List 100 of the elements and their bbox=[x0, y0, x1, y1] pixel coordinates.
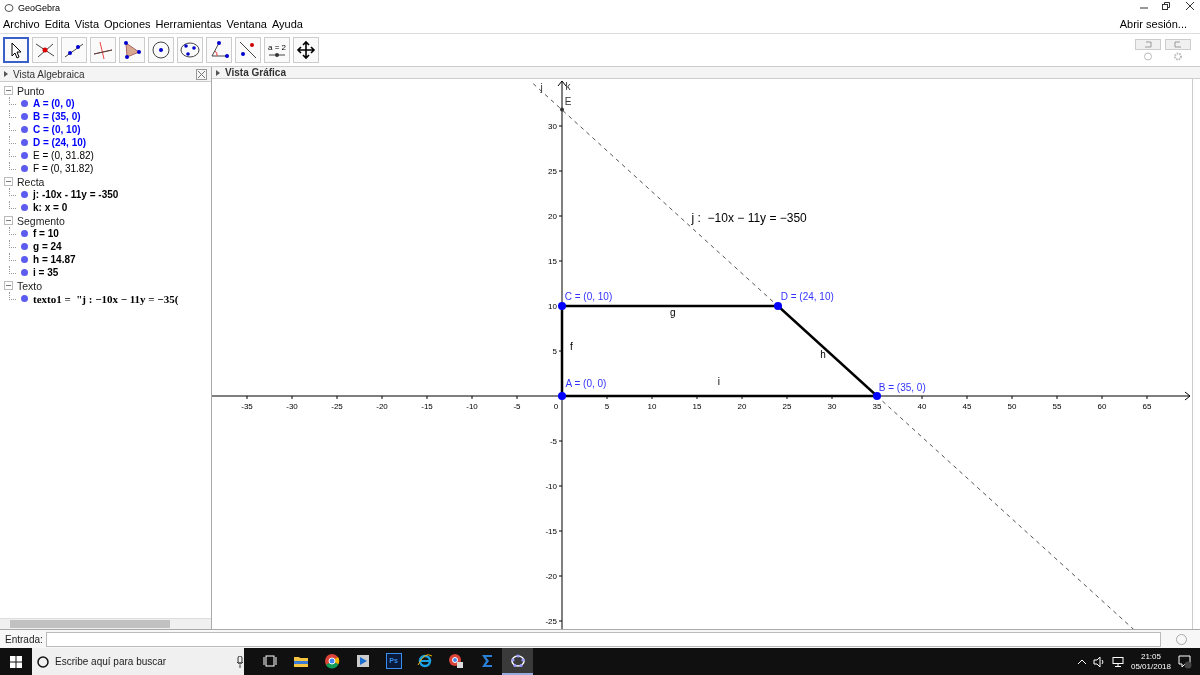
clock-time: 21:05 bbox=[1140, 651, 1161, 662]
menu-item[interactable]: Edita bbox=[44, 18, 70, 30]
y-tick-label: 30 bbox=[548, 122, 557, 131]
algebra-entry[interactable]: h = 14.87 bbox=[33, 254, 76, 265]
object-label: i bbox=[717, 376, 720, 388]
algebra-entry[interactable]: F = (0, 31.82) bbox=[33, 163, 94, 174]
object-label: k bbox=[565, 81, 571, 92]
y-tick-label: 10 bbox=[548, 302, 557, 311]
clock[interactable]: 21:05 05/01/2018 bbox=[1130, 651, 1171, 672]
menu-item[interactable]: Vista bbox=[74, 18, 100, 30]
notification-icon[interactable] bbox=[1178, 654, 1192, 669]
visibility-dot[interactable] bbox=[21, 243, 28, 250]
object-label: D = (24, 10) bbox=[780, 290, 834, 302]
point bbox=[873, 392, 881, 400]
x-tick-label: -25 bbox=[331, 402, 343, 411]
x-tick-label: 60 bbox=[1097, 402, 1107, 411]
group-name: Segmento bbox=[17, 214, 65, 227]
visibility-dot[interactable] bbox=[21, 165, 28, 172]
algebra-entry[interactable]: D = (24, 10) bbox=[33, 137, 87, 148]
y-tick-label: -15 bbox=[545, 527, 557, 536]
collapse-icon[interactable] bbox=[4, 86, 13, 95]
point bbox=[558, 302, 566, 310]
horizontal-scrollbar[interactable] bbox=[0, 618, 211, 629]
x-tick-label: 20 bbox=[737, 402, 747, 411]
y-tick-label: -5 bbox=[549, 437, 557, 446]
object-label: C = (0, 10) bbox=[564, 290, 613, 302]
x-tick-label: 30 bbox=[827, 402, 837, 411]
object-label: j bbox=[540, 81, 543, 93]
perpendicular-tool-icon bbox=[93, 40, 113, 60]
windows-logo-icon bbox=[10, 655, 22, 668]
algebra-entry[interactable]: A = (0, 0) bbox=[33, 98, 75, 109]
algebra-entry[interactable]: j: -10x - 11y = -350 bbox=[33, 189, 119, 200]
window-title: GeoGebra bbox=[18, 2, 61, 13]
equation-label: j : −10x − 11y = −350 bbox=[691, 211, 807, 226]
collapse-triangle-icon[interactable] bbox=[216, 69, 220, 76]
input-field[interactable] bbox=[45, 631, 1161, 647]
close-icon[interactable] bbox=[196, 69, 207, 80]
app-logo-icon bbox=[4, 2, 14, 13]
caret-icon[interactable] bbox=[1077, 658, 1086, 665]
collapse-icon[interactable] bbox=[4, 281, 13, 290]
x-tick-label: -20 bbox=[376, 402, 388, 411]
taskbar-app-button[interactable] bbox=[502, 648, 533, 675]
player-app-icon bbox=[354, 652, 371, 669]
algebra-entry[interactable]: k: x = 0 bbox=[33, 202, 68, 213]
reflect-tool-icon bbox=[238, 40, 258, 60]
x-tick-label: 50 bbox=[1007, 402, 1017, 411]
y-tick-label: -25 bbox=[545, 617, 557, 626]
object-label: g bbox=[670, 306, 676, 318]
x-tick-label: 25 bbox=[782, 402, 792, 411]
menu-item[interactable]: Ayuda bbox=[271, 18, 303, 30]
object-label: A = (0, 0) bbox=[565, 378, 607, 389]
visibility-dot[interactable] bbox=[21, 126, 28, 133]
taskview-app-icon bbox=[261, 652, 278, 669]
algebra-entry[interactable]: i = 35 bbox=[33, 267, 59, 278]
x-tick-label: 55 bbox=[1052, 402, 1062, 411]
collapse-triangle-icon[interactable] bbox=[4, 71, 8, 77]
y-tick-label: 5 bbox=[552, 347, 557, 356]
x-tick-label: -30 bbox=[286, 402, 298, 411]
move-tool-icon bbox=[296, 40, 316, 60]
group-name: Punto bbox=[17, 84, 45, 97]
object-label: E bbox=[564, 96, 572, 108]
menu-item[interactable]: Herramientas bbox=[155, 18, 222, 30]
conic-tool-icon bbox=[180, 40, 200, 60]
algebra-entry[interactable]: E = (0, 31.82) bbox=[33, 150, 94, 161]
group-name: Texto bbox=[17, 279, 43, 292]
collapse-icon[interactable] bbox=[4, 177, 13, 186]
sign-in-link[interactable]: Abrir sesión... bbox=[1119, 18, 1187, 30]
menu-item[interactable]: Opciones bbox=[104, 18, 151, 30]
visibility-dot[interactable] bbox=[21, 256, 28, 263]
redo-icon bbox=[1173, 41, 1183, 48]
visibility-dot[interactable] bbox=[21, 191, 28, 198]
network-icon[interactable] bbox=[1111, 656, 1124, 667]
x-tick-label: 45 bbox=[962, 402, 972, 411]
menu-item[interactable]: Ventana bbox=[226, 18, 267, 30]
search-field[interactable]: Escribe aquí para buscar bbox=[32, 648, 244, 675]
visibility-dot[interactable] bbox=[21, 113, 28, 120]
algebra-entry[interactable]: B = (35, 0) bbox=[33, 111, 81, 122]
x-tick-label: 5 bbox=[604, 402, 610, 411]
polygon-tool-icon bbox=[122, 40, 142, 60]
algebra-entry[interactable]: texto1 = "j : −10x − 11y = −35( bbox=[33, 292, 179, 305]
x-tick-label: -15 bbox=[421, 402, 433, 411]
visibility-dot[interactable] bbox=[21, 204, 28, 211]
visibility-dot[interactable] bbox=[21, 295, 28, 302]
x-tick-label: 65 bbox=[1142, 402, 1152, 411]
collapse-icon[interactable] bbox=[4, 216, 13, 225]
visibility-dot[interactable] bbox=[21, 100, 28, 107]
visibility-dot[interactable] bbox=[21, 269, 28, 276]
tool-button[interactable]: a = 2 bbox=[264, 37, 290, 63]
clock-date: 05/01/2018 bbox=[1130, 661, 1171, 672]
algebra-entry[interactable]: C = (0, 10) bbox=[33, 124, 81, 135]
menu-item[interactable]: Archivo bbox=[3, 18, 40, 30]
tool-button[interactable] bbox=[3, 37, 29, 63]
algebra-entry[interactable]: f = 10 bbox=[33, 228, 59, 239]
visibility-dot[interactable] bbox=[21, 152, 28, 159]
algebra-entry[interactable]: g = 24 bbox=[33, 241, 62, 252]
visibility-dot[interactable] bbox=[21, 230, 28, 237]
object-label: h bbox=[820, 349, 826, 361]
speaker-icon[interactable] bbox=[1092, 656, 1105, 667]
visibility-dot[interactable] bbox=[21, 139, 28, 146]
y-tick-label: 25 bbox=[548, 167, 557, 176]
